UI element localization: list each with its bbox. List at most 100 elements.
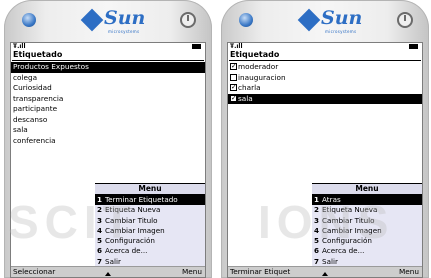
menu-item-number: 2 [314,205,320,215]
logo-subtext: microsystems [325,29,357,34]
softkey-left[interactable]: Terminar Etiquet [230,267,290,277]
sun-logo: Sun microsystems [80,7,145,37]
menu-item-label: Cambiar Imagen [322,225,382,235]
status-bar: Ŧ.ıll [11,43,205,50]
sun-diamond-icon [80,8,104,32]
menu-item-label: Cambiar Titulo [322,215,375,225]
signal-icon: Ŧ.ıll [13,43,26,50]
phone-screen: Ŧ.ıll Etiquetado ✓moderador inauguracion… [227,42,423,278]
menu-item-number: 7 [314,256,320,266]
menu-item-label: Salir [322,256,338,266]
checkbox-checked-icon[interactable]: ✓ [230,94,237,102]
menu-item-cambiar-titulo[interactable]: 3 Cambiar Titulo [312,216,422,226]
menu-item-number: 1 [97,194,103,204]
softkey-right[interactable]: Menu [399,267,419,277]
list-item[interactable]: transparencia [11,94,205,105]
menu-item-cambiar-imagen[interactable]: 4 Cambiar Imagen [95,226,205,236]
phone-right: Sun microsystems Ŧ.ıll Etiquetado ✓moder… [221,0,429,278]
sun-diamond-icon [297,8,321,32]
scroll-up-arrow-icon [322,272,328,276]
checkbox-item-moderador[interactable]: ✓moderador [228,62,422,73]
softkey-bar: Terminar Etiquet Menu [228,266,422,277]
menu-item-label: Salir [105,256,121,266]
list-item[interactable]: colega [11,73,205,84]
menu-item-number: 1 [314,194,320,204]
menu-item-acerca-de[interactable]: 6 Acerca de... [312,246,422,256]
menu-item-terminar-etiquetado[interactable]: 1 Terminar Etiquetado [95,194,205,206]
title-divider [12,60,204,61]
menu-item-label: Etiqueta Nueva [105,205,161,215]
tag-list: Productos Expuestos colega Curiosidad tr… [11,62,205,146]
menu-item-label: Acerca de... [322,246,365,256]
battery-icon [409,44,418,49]
screen-title: Etiquetado [13,50,63,59]
checkbox-item-sala[interactable]: ✓sala [228,93,422,104]
checkbox-label: moderador [238,62,279,71]
menu-item-number: 7 [97,256,103,266]
phone-screen: Ŧ.ıll Etiquetado Productos Expuestos col… [10,42,206,278]
list-item[interactable]: conferencia [11,136,205,147]
menu-title: Menu [312,182,422,195]
checkbox-checked-icon[interactable]: ✓ [230,84,237,91]
softkey-left[interactable]: Seleccionar [13,267,55,277]
phone-jewel-icon [22,13,36,27]
checkbox-checked-icon[interactable]: ✓ [230,63,237,70]
power-icon[interactable] [397,12,413,28]
list-item[interactable]: Curiosidad [11,83,205,94]
tag-checkbox-list: ✓moderador inauguracion ✓charla ✓sala [228,62,422,104]
checkbox-unchecked-icon[interactable] [230,73,237,81]
list-item-label: descanso [13,114,48,124]
menu-item-number: 3 [314,215,320,225]
list-item[interactable]: participante [11,104,205,115]
menu-item-number: 4 [314,225,320,235]
list-item-label: participante [13,104,58,113]
list-item[interactable]: Productos Expuestos [11,62,205,73]
checkbox-item-inauguracion[interactable]: inauguracion [228,73,422,84]
menu-item-etiqueta-nueva[interactable]: 2 Etiqueta Nueva [95,205,205,215]
logo-text: Sun [321,7,363,29]
menu-item-configuracion[interactable]: 5 Configuración [95,236,205,246]
menu-item-number: 5 [314,236,320,246]
menu-item-number: 6 [314,246,320,256]
checkbox-label: charla [238,83,261,92]
softkey-bar: Seleccionar Menu [11,266,205,277]
sun-logo: Sun microsystems [297,7,362,37]
phone-jewel-icon [239,13,253,27]
menu-item-label: Terminar Etiquetado [105,194,178,204]
menu-item-label: Configuración [105,236,155,246]
list-item-label: Productos Expuestos [13,62,89,71]
list-item[interactable]: descanso [11,115,205,126]
menu-item-atras[interactable]: 1 Atras [312,194,422,206]
softkey-right[interactable]: Menu [182,267,202,277]
menu-item-configuracion[interactable]: 5 Configuración [312,236,422,246]
menu-item-label: Acerca de... [105,246,148,256]
logo-subtext: microsystems [108,29,140,34]
menu-item-label: Cambiar Titulo [105,215,158,225]
list-item-label: colega [13,72,38,82]
menu-item-number: 5 [97,236,103,246]
menu-item-number: 3 [97,215,103,225]
menu-title: Menu [95,182,205,195]
checkbox-item-charla[interactable]: ✓charla [228,83,422,94]
menu-item-label: Cambiar Imagen [105,225,165,235]
menu-item-cambiar-imagen[interactable]: 4 Cambiar Imagen [312,226,422,236]
menu-item-etiqueta-nueva[interactable]: 2 Etiqueta Nueva [312,205,422,215]
list-item[interactable]: sala [11,125,205,136]
checkbox-label: inauguracion [238,72,286,82]
power-icon[interactable] [180,12,196,28]
menu-item-number: 4 [97,225,103,235]
phone-left: Sun microsystems Ŧ.ıll Etiquetado Produc… [4,0,212,278]
menu-item-number: 6 [97,246,103,256]
status-bar: Ŧ.ıll [228,43,422,50]
menu-item-label: Atras [322,194,341,204]
options-menu: Menu 1 Terminar Etiquetado 2 Etiqueta Nuev… [95,182,205,267]
list-item-label: sala [13,125,28,134]
menu-item-acerca-de[interactable]: 6 Acerca de... [95,246,205,256]
list-item-label: transparencia [13,93,64,103]
menu-item-cambiar-titulo[interactable]: 3 Cambiar Titulo [95,216,205,226]
scroll-up-arrow-icon [105,272,111,276]
logo-text: Sun [104,7,146,29]
menu-item-label: Configuración [322,236,372,246]
screen-title: Etiquetado [230,50,280,59]
signal-icon: Ŧ.ıll [230,43,243,50]
